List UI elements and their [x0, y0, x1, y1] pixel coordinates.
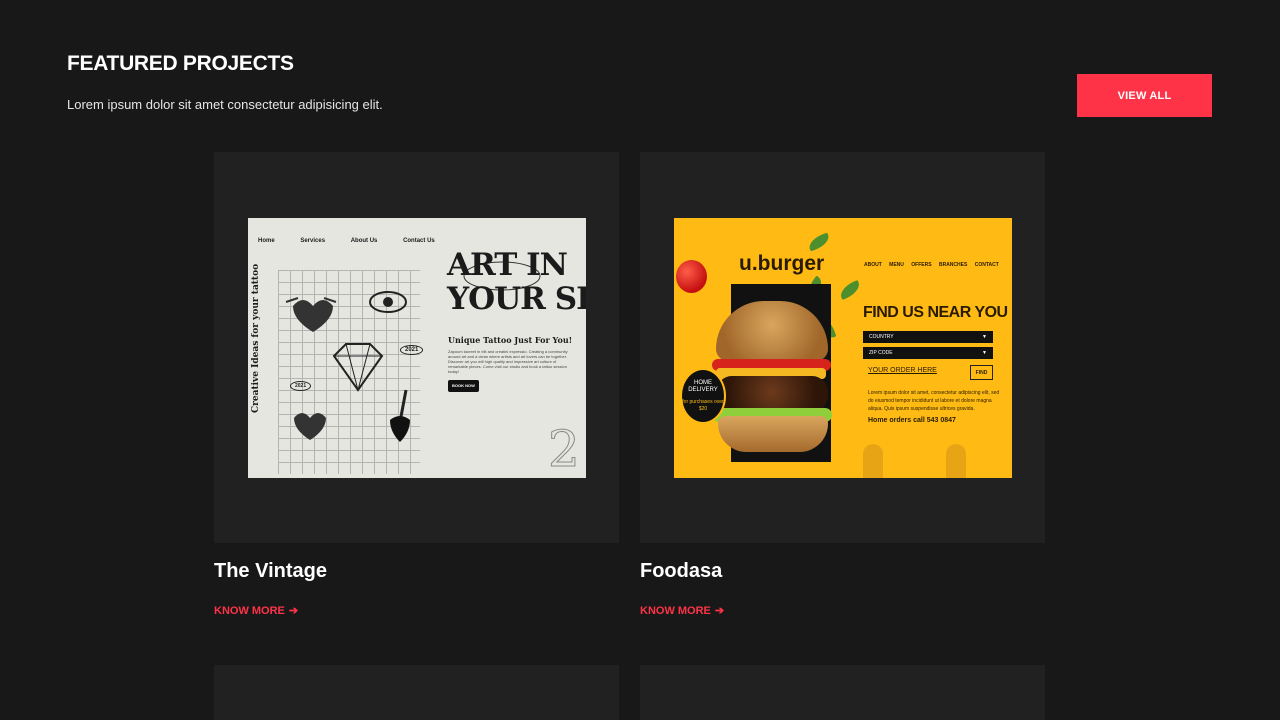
preview-call: Home orders call 543 0847: [868, 417, 956, 424]
preview-nav-item: MENU: [889, 262, 904, 268]
find-button: FIND: [970, 365, 993, 380]
preview-nav-item: BRANCHES: [938, 262, 968, 268]
order-link: YOUR ORDER HERE: [868, 367, 937, 374]
pill-decoration: [863, 444, 883, 478]
project-title: The Vintage: [214, 560, 327, 582]
preview-body: Lorem ipsum dolor sit amet, consectetur …: [868, 390, 1000, 412]
badge-line: DELIVERY: [688, 387, 718, 393]
page-subtitle: Lorem ipsum dolor sit amet consectetur a…: [67, 97, 383, 112]
project-title: Foodasa: [640, 560, 723, 582]
preview-headline: FIND US NEAR YOU: [863, 304, 1008, 321]
preview-body: Zapoum laoreet in elit and creatini expr…: [448, 349, 568, 374]
preview-logo: u.burger: [739, 252, 825, 275]
zip-field: ZIP CODE ▼: [863, 347, 993, 359]
preview-nav-item: CONTACT: [974, 262, 999, 268]
project-card-partial[interactable]: [640, 665, 1045, 720]
project-thumbnail[interactable]: Home Services About Us Contact Us Creati…: [214, 152, 619, 543]
page-title: FEATURED PROJECTS: [67, 52, 294, 75]
dropdown-caret-icon: ▼: [982, 334, 987, 340]
preview-headline-line: YOUR SKIN: [447, 281, 586, 317]
know-more-label: KNOW MORE: [214, 605, 285, 617]
preview-nav: ABOUT MENU OFFERS BRANCHES CONTACT: [864, 262, 1005, 268]
badge-line: HOME: [694, 380, 712, 386]
preview-nav-item: ABOUT: [864, 262, 882, 268]
know-more-link[interactable]: KNOW MORE ➔: [640, 604, 724, 617]
leaf-decoration: [837, 279, 863, 301]
tomato-decoration: [676, 260, 707, 293]
leaf-decoration: [806, 232, 832, 252]
arrow-right-icon: ➔: [714, 605, 725, 617]
pill-decoration: [946, 444, 966, 478]
badge-small: for purchases over $20: [682, 399, 724, 412]
project-screenshot: Home Services About Us Contact Us Creati…: [248, 218, 586, 478]
project-card-vintage: Home Services About Us Contact Us Creati…: [214, 152, 619, 617]
project-screenshot: u.burger ABOUT MENU OFFERS BRANCHES CONT…: [674, 218, 1012, 478]
preview-headline-line: ART IN: [447, 247, 568, 283]
project-card-partial[interactable]: [214, 665, 619, 720]
svg-text:2: 2: [548, 420, 580, 478]
delivery-badge: HOME DELIVERY for purchases over $20: [680, 368, 726, 424]
country-field-label: COUNTRY: [869, 334, 894, 340]
dropdown-caret-icon: ▼: [982, 350, 987, 356]
project-card-foodasa: u.burger ABOUT MENU OFFERS BRANCHES CONT…: [640, 152, 1045, 617]
preview-nav-item: OFFERS: [911, 262, 932, 268]
preview-book-button: BOOK NOW: [448, 380, 479, 392]
view-all-button[interactable]: VIEW ALL: [1077, 74, 1212, 117]
arrow-right-icon: ➔: [288, 605, 299, 617]
bun-bottom: [718, 416, 828, 452]
zip-field-label: ZIP CODE: [869, 350, 893, 356]
know-more-label: KNOW MORE: [640, 605, 711, 617]
project-thumbnail[interactable]: u.burger ABOUT MENU OFFERS BRANCHES CONT…: [640, 152, 1045, 543]
preview-year-badge-small: 2021: [290, 381, 312, 391]
know-more-link[interactable]: KNOW MORE ➔: [214, 604, 298, 617]
patty: [716, 376, 828, 412]
country-field: COUNTRY ▼: [863, 331, 993, 343]
preview-subheading: Unique Tattoo Just For You!: [448, 335, 573, 345]
preview-headline: ART IN YOUR SKIN: [447, 248, 586, 316]
